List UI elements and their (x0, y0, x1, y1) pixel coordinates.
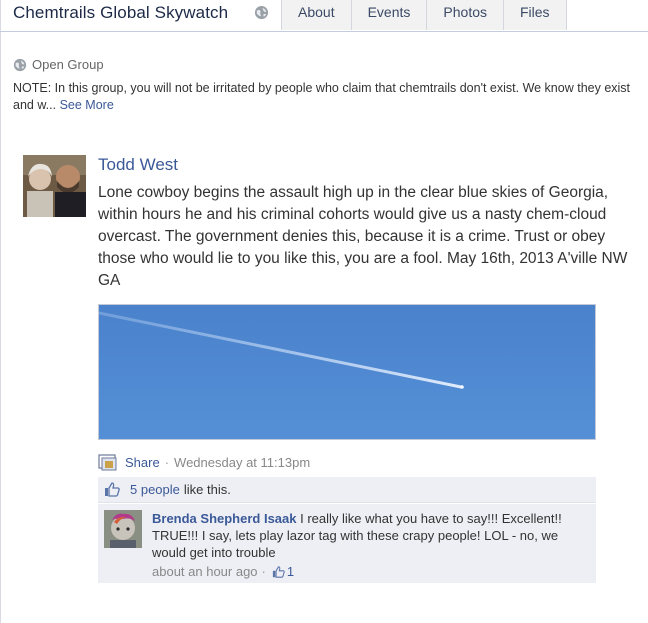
comment-like-count: 1 (286, 564, 295, 579)
likes-text: like this. (183, 482, 231, 497)
page-border (0, 0, 1, 623)
comment-likes[interactable]: 1 (272, 564, 294, 579)
group-description: NOTE: In this group, you will not be irr… (13, 80, 643, 114)
separator-dot: · (164, 454, 170, 470)
commenter-avatar[interactable] (104, 510, 142, 548)
tab-events[interactable]: Events (350, 0, 427, 30)
likers-link[interactable]: 5 people (130, 482, 180, 497)
globe-icon (13, 58, 27, 71)
post-text: Lone cowboy begins the assault high up i… (98, 184, 628, 289)
group-header: Chemtrails Global Skywatch About Events … (0, 0, 648, 32)
privacy-label: Open Group (32, 57, 104, 72)
share-link[interactable]: Share (125, 455, 160, 470)
post-actions: Share · Wednesday at 11:13pm (98, 453, 310, 471)
globe-icon (254, 5, 269, 20)
group-tabs: About Events Photos Files (281, 0, 567, 31)
separator-dot: · (261, 564, 266, 579)
group-title[interactable]: Chemtrails Global Skywatch (13, 3, 228, 23)
tab-photos[interactable]: Photos (426, 0, 503, 30)
post-timestamp[interactable]: Wednesday at 11:13pm (174, 455, 310, 470)
post-photo[interactable] (98, 304, 596, 440)
commenter-name[interactable]: Brenda Shepherd Isaak (152, 511, 297, 526)
thumbs-up-icon (105, 482, 120, 497)
author-avatar[interactable] (23, 155, 86, 217)
sky-contrail-image (99, 305, 595, 439)
tab-about[interactable]: About (281, 0, 351, 30)
thumbs-up-icon (272, 565, 285, 578)
see-more-link[interactable]: See More (60, 98, 114, 112)
comment-time[interactable]: about an hour ago (152, 564, 258, 579)
likes-summary: 5 people like this. (98, 477, 596, 503)
post-author[interactable]: Todd West (98, 155, 178, 175)
tab-files[interactable]: Files (503, 0, 567, 30)
comment-body: Brenda Shepherd Isaak I really like what… (152, 510, 572, 561)
comment: Brenda Shepherd Isaak I really like what… (98, 504, 596, 583)
comment-meta: about an hour ago · 1 (152, 564, 294, 579)
group-privacy: Open Group (13, 57, 104, 72)
share-icon[interactable] (98, 453, 118, 471)
